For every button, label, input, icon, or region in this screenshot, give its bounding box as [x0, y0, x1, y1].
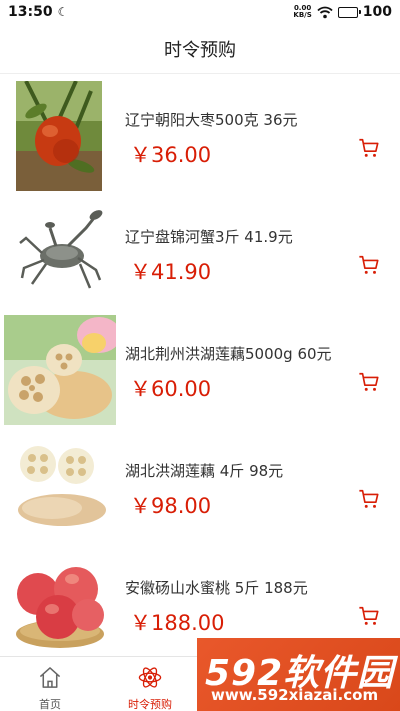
- product-item[interactable]: 辽宁朝阳大枣500克 36元 ￥36.00: [0, 75, 400, 192]
- watermark-592-logo: 592软件园 www.592xiazai.com: [197, 638, 400, 711]
- add-to-cart-icon[interactable]: [358, 488, 380, 510]
- product-image-lotus-root-with-flower[interactable]: [4, 315, 116, 425]
- product-price: ￥188.00: [130, 611, 225, 635]
- product-name: 辽宁朝阳大枣500克 36元: [125, 111, 298, 129]
- product-image-jujube[interactable]: [16, 81, 102, 191]
- product-item[interactable]: 辽宁盘锦河蟹3斤 41.9元 ￥41.90: [0, 192, 400, 309]
- product-name: 湖北荆州洪湖莲藕5000g 60元: [125, 345, 332, 363]
- add-to-cart-icon[interactable]: [358, 254, 380, 276]
- product-list[interactable]: 辽宁朝阳大枣500克 36元 ￥36.00 辽宁盘锦河蟹3斤 41.9元 ￥41…: [0, 75, 400, 660]
- product-price: ￥60.00: [130, 377, 212, 401]
- status-right-group: 0.00 KB/S 100: [293, 4, 392, 20]
- tab-home-label: 首页: [39, 698, 61, 711]
- add-to-cart-icon[interactable]: [358, 137, 380, 159]
- add-to-cart-icon[interactable]: [358, 605, 380, 627]
- status-bar: 13:50 ☾ 0.00 KB/S 100: [0, 0, 400, 24]
- battery-level: 100: [362, 4, 392, 20]
- do-not-disturb-moon-icon: ☾: [57, 5, 69, 19]
- product-image-lotus-root[interactable]: [12, 432, 112, 537]
- page-title: 时令预购: [0, 24, 400, 74]
- watermark-url: www.592xiazai.com: [211, 686, 379, 704]
- product-name: 辽宁盘锦河蟹3斤 41.9元: [125, 228, 293, 246]
- product-item[interactable]: 湖北荆州洪湖莲藕5000g 60元 ￥60.00: [0, 309, 400, 426]
- tab-seasonal-preorder-label: 时令预购: [128, 698, 172, 711]
- wifi-icon: [317, 6, 333, 18]
- product-image-peaches[interactable]: [12, 549, 108, 654]
- product-name: 湖北洪湖莲藕 4斤 98元: [125, 462, 284, 480]
- atom-icon: [138, 667, 162, 688]
- tab-home[interactable]: 首页: [0, 657, 100, 711]
- product-price: ￥98.00: [130, 494, 212, 518]
- add-to-cart-icon[interactable]: [358, 371, 380, 393]
- product-image-crab[interactable]: [16, 198, 108, 298]
- product-name: 安徽砀山水蜜桃 5斤 188元: [125, 579, 308, 597]
- product-price: ￥41.90: [130, 260, 212, 284]
- product-item[interactable]: 湖北洪湖莲藕 4斤 98元 ￥98.00: [0, 426, 400, 543]
- network-speed-unit: KB/S: [293, 11, 312, 19]
- tab-seasonal-preorder[interactable]: 时令预购: [100, 657, 200, 711]
- status-time: 13:50: [8, 4, 53, 20]
- product-price: ￥36.00: [130, 143, 212, 167]
- battery-icon: [337, 6, 361, 18]
- network-speed: 0.00 KB/S: [293, 5, 311, 19]
- home-icon: [39, 667, 61, 688]
